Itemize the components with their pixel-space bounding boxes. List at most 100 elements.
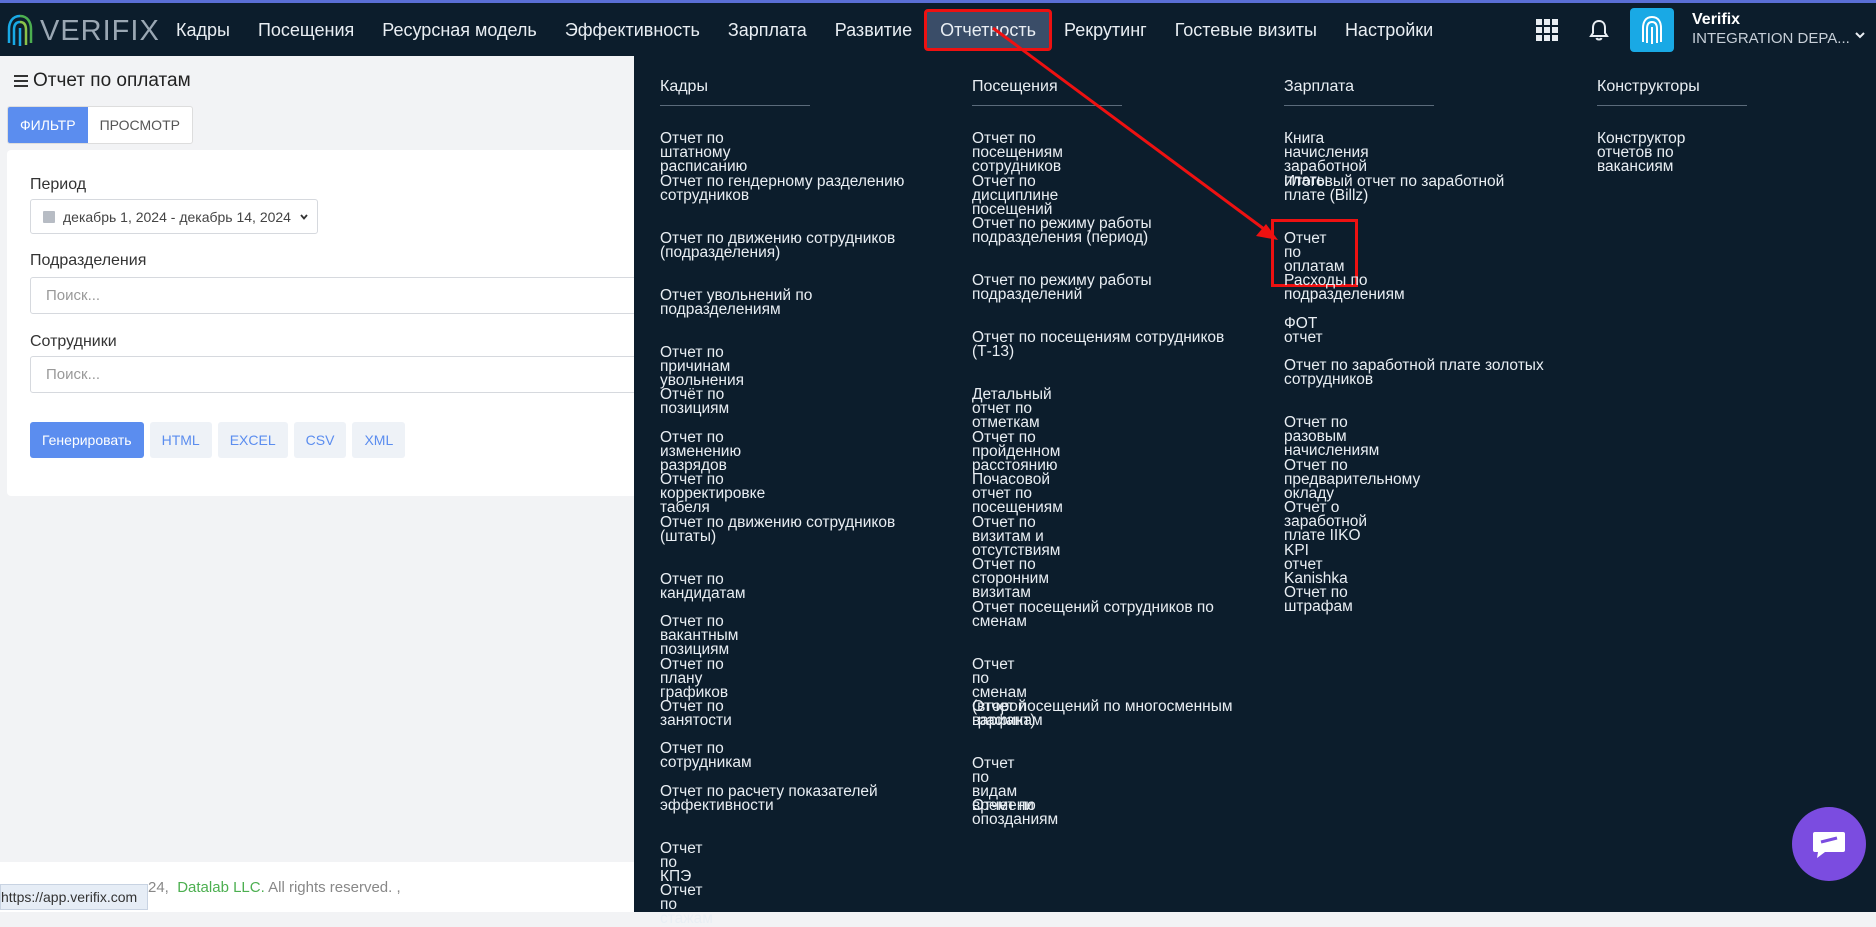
top-navbar: VERIFIX Кадры Посещения Ресурсная модель…: [0, 0, 1876, 56]
menu-item[interactable]: Отчет по штатному расписанию: [660, 131, 747, 175]
menu-item[interactable]: Отчет по пройденном расстоянию: [972, 430, 1060, 474]
action-buttons: Генерировать HTML EXCEL CSV XML: [30, 422, 406, 458]
main-nav: Кадры Посещения Ресурсная модель Эффекти…: [162, 3, 1447, 56]
column-divider: [972, 105, 1122, 106]
menu-item[interactable]: Отчет по занятости: [660, 699, 732, 729]
tab-filter[interactable]: ФИЛЬТР: [8, 107, 88, 143]
page-title: Отчет по оплатам: [14, 70, 191, 92]
menu-item[interactable]: Итоговый отчет по заработной плате (Bill…: [1284, 174, 1524, 204]
user-name: Verifix: [1692, 10, 1741, 28]
nav-item-visits[interactable]: Посещения: [244, 11, 368, 49]
period-value: декабрь 1, 2024 - декабрь 14, 2024: [63, 208, 291, 225]
menu-item[interactable]: Отчет по расчету показателей эффективнос…: [660, 784, 900, 814]
menu-item[interactable]: Отчет по посещениям сотрудников (Т-13): [972, 330, 1242, 360]
filter-card: Период декабрь 1, 2024 - декабрь 14, 202…: [7, 150, 670, 496]
fingerprint-icon: [1642, 15, 1662, 44]
user-menu[interactable]: Verifix INTEGRATION DEPA...: [1692, 11, 1876, 49]
menu-item[interactable]: Отчет по гендерному разделению сотрудник…: [660, 174, 920, 204]
nav-item-recruiting[interactable]: Рекрутинг: [1050, 11, 1161, 49]
chat-bubble-icon: [1813, 832, 1845, 858]
menu-column-title: Посещения: [972, 78, 1058, 95]
column-divider: [1597, 105, 1747, 106]
apps-grid-icon[interactable]: [1536, 18, 1558, 41]
menu-item[interactable]: ФОТ отчет: [1284, 316, 1323, 346]
menu-item-payments-report[interactable]: Отчет по оплатам: [1271, 219, 1358, 287]
menu-column-title: Зарплата: [1284, 78, 1355, 95]
menu-item[interactable]: Отчет по заработной плате золотых сотруд…: [1284, 358, 1554, 388]
menu-item[interactable]: Отчет по кандидатам: [660, 572, 746, 602]
menu-item[interactable]: Отчет по сторонним визитам: [972, 557, 1049, 601]
column-divider: [660, 105, 810, 106]
menu-item[interactable]: Отчет по изменению разрядов: [660, 430, 741, 474]
view-tabs: ФИЛЬТР ПРОСМОТР: [7, 106, 193, 144]
menu-item[interactable]: Отчёт по позициям: [660, 387, 729, 417]
menu-item[interactable]: Отчет по посещениям сотрудников: [972, 131, 1063, 175]
menu-item[interactable]: Конструктор отчетов по вакансиям: [1597, 131, 1685, 175]
period-date-range-picker[interactable]: декабрь 1, 2024 - декабрь 14, 2024: [30, 199, 318, 234]
menu-item[interactable]: Отчет по вакантным позициям: [660, 614, 738, 658]
logo-text: VERIFIX: [40, 14, 160, 47]
excel-button[interactable]: EXCEL: [217, 422, 288, 458]
hamburger-menu-icon[interactable]: [14, 75, 28, 87]
nav-item-guest-visits[interactable]: Гостевые визиты: [1161, 11, 1331, 49]
menu-item[interactable]: Отчет по движению сотрудников (подраздел…: [660, 231, 920, 261]
tab-preview[interactable]: ПРОСМОТР: [88, 107, 192, 143]
menu-item[interactable]: Отчет по движению сотрудников (штаты): [660, 515, 920, 545]
top-right-controls: Verifix INTEGRATION DEPA...: [1536, 3, 1876, 56]
nav-item-reports[interactable]: Отчетность: [924, 8, 1052, 51]
employees-label: Сотрудники: [30, 333, 117, 350]
divisions-search-input[interactable]: Поиск...: [30, 277, 670, 314]
period-label: Период: [30, 176, 87, 193]
footer-prefix: 24,: [148, 879, 169, 896]
menu-item[interactable]: Отчет по опозданиям: [972, 798, 1058, 828]
menu-item[interactable]: Отчет по предварительному окладу: [1284, 458, 1420, 502]
page-title-text: Отчет по оплатам: [33, 70, 191, 91]
menu-item[interactable]: Отчет по плану графиков: [660, 657, 728, 701]
menu-item[interactable]: Отчет по режиму работы подразделения (пе…: [972, 216, 1172, 246]
menu-item[interactable]: Отчет по стажам: [660, 883, 713, 927]
menu-item[interactable]: Отчет посещений сотрудников по сменам: [972, 600, 1242, 630]
menu-item[interactable]: Отчет по причинам увольнения: [660, 345, 744, 389]
employees-search-input[interactable]: Поиск...: [30, 356, 670, 393]
menu-item[interactable]: KPI отчет Kanishka: [1284, 543, 1348, 587]
csv-button[interactable]: CSV: [293, 422, 347, 458]
menu-item[interactable]: Отчет по дисциплине посещений: [972, 174, 1058, 218]
menu-item[interactable]: Отчет по визитам и отсутствиям: [972, 515, 1060, 559]
divisions-label: Подразделения: [30, 252, 147, 269]
menu-item[interactable]: Отчет по штрафам: [1284, 585, 1353, 615]
nav-item-development[interactable]: Развитие: [821, 11, 926, 49]
generate-button[interactable]: Генерировать: [30, 422, 144, 458]
menu-item[interactable]: Расходы по подразделениям: [1284, 273, 1405, 303]
nav-item-resource-model[interactable]: Ресурсная модель: [368, 11, 551, 49]
nav-item-salary[interactable]: Зарплата: [714, 11, 821, 49]
column-divider: [1284, 105, 1434, 106]
menu-item[interactable]: Отчет по режиму работы подразделений: [972, 273, 1172, 303]
menu-item[interactable]: Отчет по разовым начислениям: [1284, 415, 1379, 459]
avatar[interactable]: [1630, 7, 1674, 52]
chevron-down-icon: [300, 213, 308, 220]
footer-rights: All rights reserved. ,: [268, 879, 401, 896]
menu-item[interactable]: Отчет о заработной плате IIKO: [1284, 500, 1367, 544]
menu-item[interactable]: Отчет увольнений по подразделениям: [660, 288, 860, 318]
calendar-icon: [43, 210, 55, 223]
menu-item[interactable]: Отчет по КПЭ: [660, 841, 702, 885]
menu-item[interactable]: Почасовой отчет по посещениям: [972, 472, 1063, 516]
menu-item[interactable]: Отчет посещений по многосменным графикам: [972, 699, 1252, 729]
menu-column-title: Конструкторы: [1597, 78, 1700, 95]
menu-item[interactable]: Детальный отчет по отметкам: [972, 387, 1052, 431]
fingerprint-logo-icon: [7, 14, 33, 46]
nav-item-cadres[interactable]: Кадры: [162, 11, 244, 49]
footer-company-link[interactable]: Datalab LLC.: [177, 879, 265, 896]
chat-button[interactable]: [1792, 807, 1866, 881]
xml-button[interactable]: XML: [352, 422, 406, 458]
menu-item[interactable]: Отчет по сотрудникам: [660, 741, 752, 771]
bell-icon[interactable]: [1588, 19, 1610, 41]
nav-item-settings[interactable]: Настройки: [1331, 11, 1447, 49]
chevron-down-icon[interactable]: [1854, 29, 1866, 41]
logo[interactable]: VERIFIX: [6, 11, 160, 51]
html-button[interactable]: HTML: [149, 422, 212, 458]
menu-item[interactable]: Отчет по корректировке табеля: [660, 472, 765, 516]
reports-dropdown-menu: Кадры Отчет по штатному расписанию Отчет…: [634, 56, 1876, 926]
status-bar-url: https://app.verifix.com: [0, 884, 149, 910]
nav-item-efficiency[interactable]: Эффективность: [551, 11, 714, 49]
